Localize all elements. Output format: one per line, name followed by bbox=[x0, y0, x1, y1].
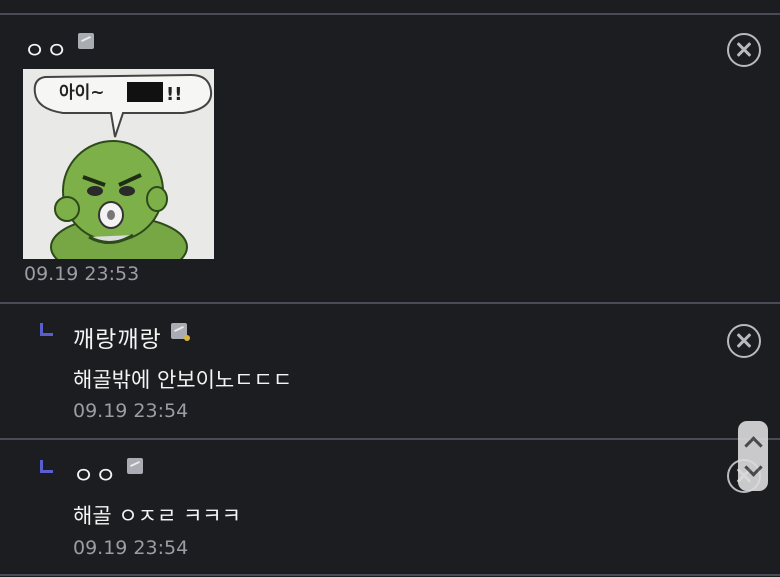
chevron-up-icon[interactable] bbox=[744, 436, 763, 455]
comment-item: ㅇㅇ 아이~ !! 09.19 23:53 bbox=[0, 15, 780, 302]
reply-arrow-icon bbox=[40, 460, 53, 473]
bottom-divider bbox=[0, 574, 780, 576]
reply-arrow-icon bbox=[40, 323, 53, 336]
comment-image[interactable]: 아이~ !! bbox=[23, 69, 214, 259]
close-circle-icon[interactable] bbox=[727, 33, 761, 67]
comment-author[interactable]: 깨랑깨랑 bbox=[73, 320, 162, 354]
member-badge-icon bbox=[78, 33, 94, 49]
reply-item: ㅇㅇ 해골 ㅇㅈㄹ ㅋㅋㅋ 09.19 23:54 bbox=[0, 440, 780, 575]
censor-bar bbox=[127, 82, 163, 102]
speech-bubble-text: 아이~ bbox=[59, 83, 105, 103]
comment-timestamp: 09.19 23:53 bbox=[24, 263, 140, 285]
comment-text: 해골밖에 안보이노ㄷㄷㄷ bbox=[73, 368, 293, 392]
chevron-down-icon[interactable] bbox=[744, 458, 763, 477]
member-badge-icon bbox=[171, 323, 190, 341]
comment-text: 해골 ㅇㅈㄹ ㅋㅋㅋ bbox=[73, 504, 241, 528]
member-badge-icon bbox=[127, 458, 143, 474]
reply-item: 깨랑깨랑 해골밖에 안보이노ㄷㄷㄷ 09.19 23:54 bbox=[0, 304, 780, 438]
close-circle-icon[interactable] bbox=[727, 324, 761, 358]
comment-author[interactable]: ㅇㅇ bbox=[24, 31, 68, 65]
scroll-navigator[interactable] bbox=[738, 421, 768, 491]
comment-author[interactable]: ㅇㅇ bbox=[73, 456, 117, 490]
comment-timestamp: 09.19 23:54 bbox=[73, 400, 189, 422]
angry-green-character-image: 아이~ !! bbox=[23, 69, 214, 259]
comment-timestamp: 09.19 23:54 bbox=[73, 537, 189, 559]
svg-text:!!: !! bbox=[166, 84, 182, 105]
